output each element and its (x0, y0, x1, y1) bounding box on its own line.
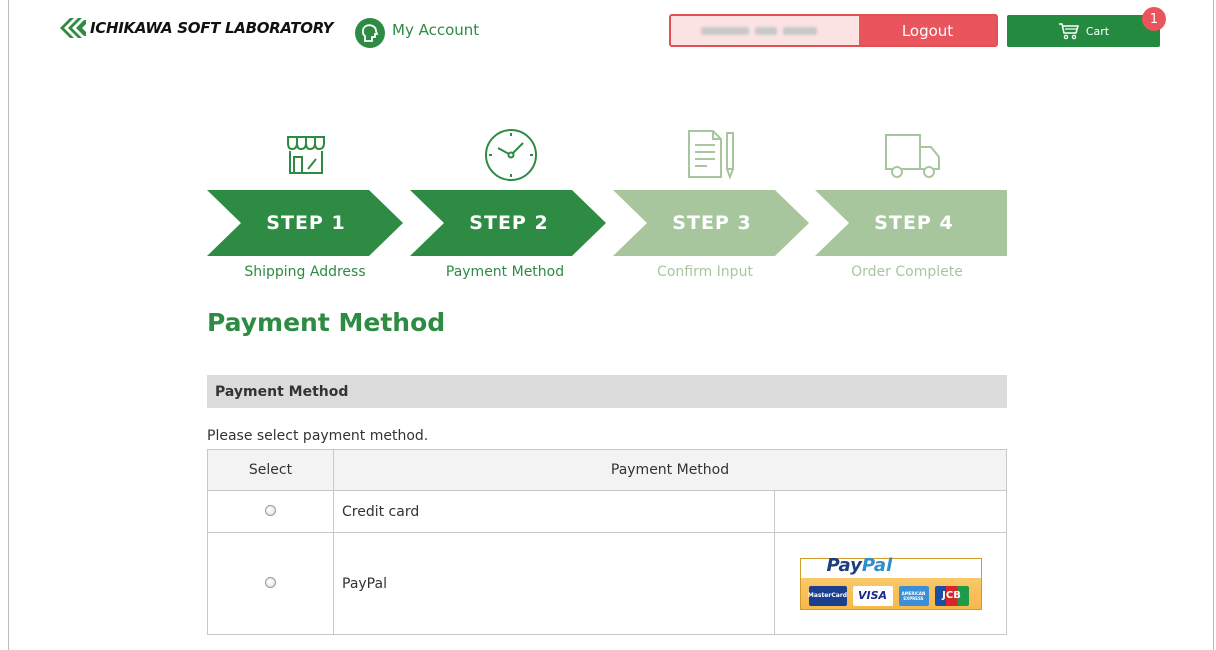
document-pen-icon (681, 125, 741, 185)
step-2-label: STEP 2 (469, 212, 549, 234)
cart-label: Cart (1085, 24, 1110, 38)
logout-button[interactable]: Logout (859, 16, 996, 45)
method-logo-cell: PayPal MasterCard VISA AMERICAN EXPRESS … (774, 532, 1007, 635)
user-box: Logout (669, 14, 998, 47)
column-header-payment-method: Payment Method (333, 449, 1007, 491)
account-head-icon (355, 18, 385, 48)
method-logo-cell-empty (774, 490, 1007, 533)
select-cell (207, 532, 334, 635)
step-1-label: STEP 1 (266, 212, 346, 234)
column-header-select: Select (207, 449, 334, 491)
page-title: Payment Method (207, 308, 446, 337)
logo[interactable]: ICHIKAWA SOFT LABORATORY (60, 18, 333, 38)
logo-mark-icon (60, 18, 86, 38)
cart-icon (1058, 23, 1079, 40)
step-4-label: STEP 4 (874, 212, 954, 234)
step-3-caption: Confirm Input (657, 264, 753, 280)
credit-card-radio[interactable] (265, 504, 276, 516)
method-name-paypal: PayPal (333, 532, 775, 635)
card-logos: MasterCard VISA AMERICAN EXPRESS JCB (808, 585, 969, 606)
paypal-logo: PayPal MasterCard VISA AMERICAN EXPRESS … (799, 554, 982, 610)
logo-text: ICHIKAWA SOFT LABORATORY (90, 19, 334, 37)
method-name-credit-card: Credit card (333, 490, 775, 533)
cart-count-badge: 1 (1142, 7, 1166, 31)
shop-icon (276, 125, 336, 185)
visa-logo: VISA (852, 585, 893, 606)
step-1-caption: Shipping Address (244, 264, 366, 280)
payment-method-table: Select Payment Method Credit card PayPal… (207, 449, 1007, 635)
amex-logo: AMERICAN EXPRESS (898, 585, 929, 606)
table-row[interactable]: Credit card (207, 490, 1007, 533)
section-header-label: Payment Method (215, 383, 349, 400)
cart-button[interactable]: Cart (1007, 15, 1160, 47)
jcb-logo: JCB (934, 585, 969, 606)
step-4-caption: Order Complete (851, 264, 963, 280)
step-3-label: STEP 3 (672, 212, 752, 234)
table-header-row: Select Payment Method (207, 449, 1007, 491)
paypal-wordmark: PayPal (826, 554, 893, 576)
truck-icon (883, 125, 943, 185)
select-cell (207, 490, 334, 533)
clock-icon (481, 125, 541, 185)
username-redacted (671, 16, 859, 45)
my-account-link[interactable]: My Account (355, 18, 479, 48)
table-row[interactable]: PayPal PayPal MasterCard VISA AMERICAN E… (207, 532, 1007, 635)
instruction-text: Please select payment method. (207, 428, 429, 444)
paypal-radio[interactable] (265, 576, 276, 588)
mastercard-logo: MasterCard (808, 585, 847, 606)
section-header: Payment Method (207, 375, 1007, 408)
step-2-caption: Payment Method (445, 264, 565, 280)
my-account-label: My Account (392, 21, 480, 39)
